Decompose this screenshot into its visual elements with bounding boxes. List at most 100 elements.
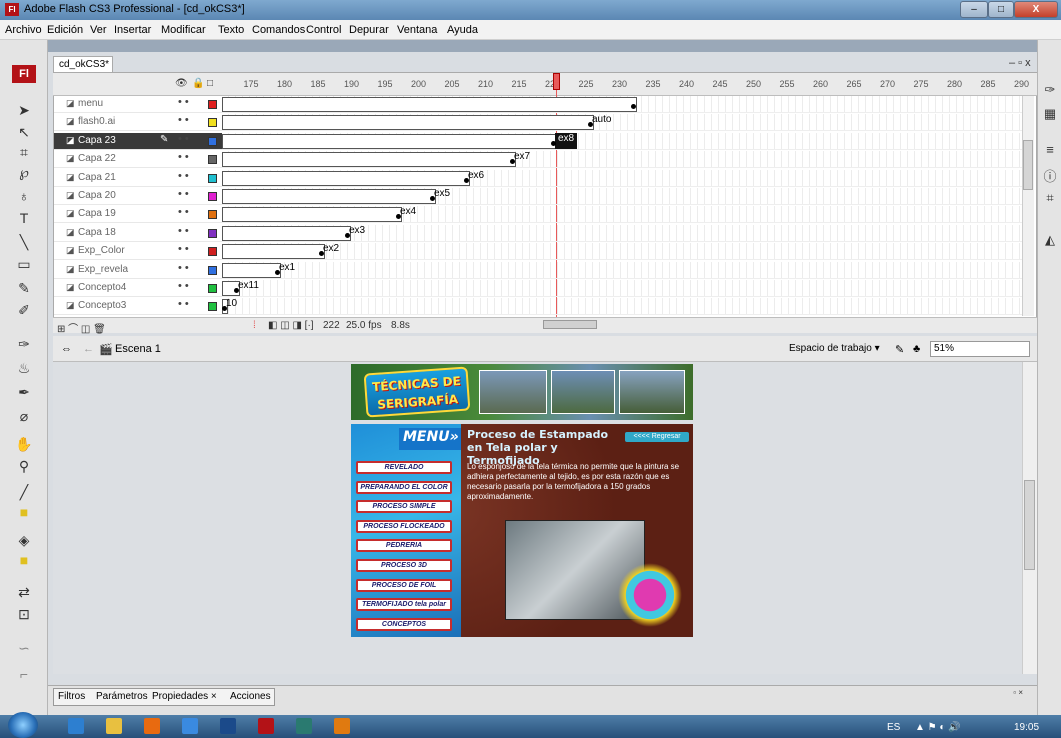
keyframe-dot[interactable] [464,177,469,183]
stage-menu-item[interactable]: CONCEPTOS [356,617,452,631]
stage-scroll-thumb[interactable] [1024,480,1035,570]
edit-scene-icon[interactable]: ⇔ [61,343,72,355]
text-icon[interactable]: T [0,210,48,226]
keyframe-dot[interactable] [551,140,556,146]
back-arrow-icon[interactable]: ← [83,343,94,355]
illustrator-icon[interactable] [334,718,350,734]
layer-row[interactable]: ◪ Exp_revela •• [54,261,222,279]
tab-acciones[interactable]: Acciones [230,691,271,702]
keyframe-label[interactable]: ex4 [400,206,416,217]
layer-row[interactable]: ◪ Capa 23 ✎ •• [54,132,222,150]
straighten-icon[interactable]: ⌐ [0,666,48,682]
tray-icons[interactable]: ▲ ⚑ ◐ 🔊 [915,722,961,733]
outline-icon[interactable]: □ [207,78,213,89]
fill-color-icon[interactable]: ◈ [0,532,48,549]
layer-frames[interactable]: ex3 [222,224,1034,242]
keyframe-label[interactable]: ex1 [279,262,295,273]
layer-visibility-toggle[interactable]: •• [178,114,192,126]
layer-frames[interactable]: ex8 [222,132,1034,150]
layer-color-swatch[interactable] [208,247,217,257]
layer-row[interactable]: ◪ Capa 22 •• [54,151,222,169]
panel-options-icon[interactable]: ▫ × [1013,688,1023,697]
tween-span[interactable] [222,152,516,168]
stroke-swatch-icon[interactable]: ■ [0,504,48,520]
lock-icon[interactable]: 🔒 [192,78,204,89]
layer-frames[interactable]: ex2 [222,243,1034,261]
ink-bottle-icon[interactable]: ✑ [0,336,48,353]
keyframe-dot[interactable] [430,196,435,201]
dreamweaver-icon[interactable] [296,718,312,734]
photoshop-icon[interactable] [220,718,236,734]
layer-frames[interactable]: auto [222,114,1034,132]
eraser-icon[interactable]: ⌀ [0,408,48,425]
tab-filtros[interactable]: Filtros [58,691,85,702]
keyframe-dot[interactable] [631,104,636,109]
start-button[interactable] [8,712,38,738]
layer-color-swatch[interactable] [208,210,217,220]
clock[interactable]: 19:05 [1014,722,1039,733]
menu-archivo[interactable]: Archivo [5,24,42,36]
zoom-icon[interactable]: ⚲ [0,458,48,475]
layer-row[interactable]: ◪ Exp_Color •• [54,243,222,261]
media-icon[interactable] [182,718,198,734]
layer-frames[interactable]: ex11 [222,280,1034,297]
layer-visibility-toggle[interactable]: •• [178,96,192,108]
layer-color-swatch[interactable] [208,118,217,128]
timeline-horizontal-scroll-thumb[interactable] [543,320,597,329]
menu-modificar[interactable]: Modificar [161,24,206,36]
layer-color-swatch[interactable] [208,173,217,183]
layer-visibility-toggle[interactable]: •• [178,170,192,182]
add-layer-icon[interactable]: ⊞ ⌒ ◫ 🗑 [57,320,106,335]
layer-color-swatch[interactable] [208,155,217,165]
menu-edicion[interactable]: Edición [47,24,83,36]
layer-visibility-toggle[interactable]: •• [178,298,192,310]
tween-span[interactable] [222,97,637,112]
layer-frames[interactable]: 10 [222,298,1034,316]
hand-icon[interactable]: ✋ [0,436,48,453]
menu-ventana[interactable]: Ventana [397,24,437,36]
lasso-icon[interactable]: ℘ [0,164,48,181]
zoom-select[interactable]: 51% [930,341,1030,357]
tween-span[interactable] [222,244,325,260]
document-window-controls[interactable]: – ▫ x [1009,57,1031,69]
menu-insertar[interactable]: Insertar [114,24,151,36]
tween-span[interactable] [222,207,402,223]
keyframe-dot[interactable] [275,269,280,275]
layer-frames[interactable]: ex6 [222,169,1034,187]
keyframe-label[interactable]: ex11 [238,280,259,291]
layer-frames[interactable]: ex4 [222,206,1034,224]
keyframe-label[interactable]: ex3 [349,225,365,236]
layer-row[interactable]: ◪ Capa 21 •• [54,169,222,187]
explorer-icon[interactable] [106,718,122,734]
keyframe-dot[interactable] [345,232,350,238]
layer-visibility-toggle[interactable]: •• [178,243,192,255]
paint-bucket-icon[interactable]: ♨ [0,360,48,377]
stage-menu-item[interactable]: TERMOFIJADO tela polar [356,598,452,612]
layer-frames[interactable]: ex1 [222,261,1034,279]
eyedropper-icon[interactable]: ✒ [0,384,48,401]
smooth-icon[interactable]: ∽ [0,640,48,657]
layer-color-swatch[interactable] [208,136,217,146]
keyframe-label[interactable]: 10 [226,298,237,309]
minimize-button[interactable]: – [960,1,988,18]
layer-row[interactable]: ◪ menu •• [54,96,222,113]
tween-span[interactable] [222,189,436,204]
subselection-tool-icon[interactable]: ↖ [0,124,48,141]
firefox-icon[interactable] [144,718,160,734]
stage-menu-item[interactable]: REVELADO [356,461,452,474]
snap-icon[interactable]: ⊡ [0,606,48,623]
stage-menu-item[interactable]: PROCESO FLOCKEADO [356,519,452,533]
keyframe-label[interactable]: ex8 [555,132,578,149]
workspace-menu[interactable]: Espacio de trabajo ▾ [789,343,880,354]
maximize-button[interactable]: □ [988,1,1014,18]
selection-tool-icon[interactable]: ➤ [0,102,48,119]
flash-icon[interactable] [258,718,274,734]
layer-row[interactable]: ◪ Concepto3 •• [54,298,222,316]
back-button[interactable]: <<<< Regresar [625,432,689,442]
layer-frames[interactable] [222,96,1034,113]
layer-visibility-toggle[interactable]: •• [178,280,192,292]
layer-color-swatch[interactable] [208,192,217,201]
line-icon[interactable]: ╲ [0,234,48,251]
keyframe-dot[interactable] [234,288,239,293]
document-tab[interactable]: cd_okCS3* [53,56,113,73]
